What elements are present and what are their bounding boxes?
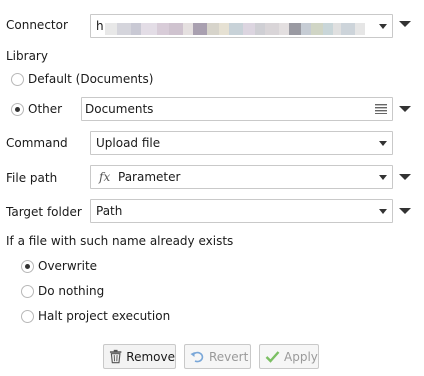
remove-label: Remove bbox=[126, 349, 175, 364]
command-select[interactable]: Upload file bbox=[90, 131, 393, 155]
connector-label: Connector bbox=[6, 18, 68, 32]
apply-button[interactable]: Apply bbox=[259, 344, 319, 369]
chevron-down-icon[interactable] bbox=[379, 209, 387, 214]
expand-menu-icon[interactable] bbox=[399, 21, 411, 27]
target-folder-value: Path bbox=[96, 204, 123, 218]
library-other-radio[interactable] bbox=[11, 103, 24, 116]
do-nothing-label[interactable]: Do nothing bbox=[38, 284, 104, 298]
overwrite-label[interactable]: Overwrite bbox=[38, 259, 97, 273]
command-label: Command bbox=[6, 136, 68, 150]
overwrite-radio[interactable] bbox=[21, 260, 34, 273]
expand-menu-icon[interactable] bbox=[399, 174, 411, 180]
expand-menu-icon[interactable] bbox=[399, 208, 411, 214]
library-label: Library bbox=[6, 49, 48, 63]
library-default-radio[interactable] bbox=[11, 73, 24, 86]
file-path-select[interactable]: fx Parameter bbox=[90, 165, 393, 189]
connector-value: h bbox=[96, 19, 104, 33]
halt-execution-radio[interactable] bbox=[21, 310, 34, 323]
library-other-label[interactable]: Other bbox=[28, 102, 62, 116]
command-value: Upload file bbox=[96, 136, 161, 150]
file-path-value: Parameter bbox=[118, 170, 181, 184]
apply-label: Apply bbox=[284, 349, 318, 364]
undo-icon bbox=[190, 351, 204, 363]
connector-select[interactable]: h bbox=[90, 14, 393, 38]
revert-button[interactable]: Revert bbox=[184, 344, 251, 369]
remove-button[interactable]: Remove bbox=[103, 344, 176, 369]
list-icon[interactable] bbox=[375, 104, 387, 114]
chevron-down-icon[interactable] bbox=[379, 141, 387, 146]
check-icon bbox=[265, 351, 280, 363]
library-other-field[interactable]: Documents bbox=[81, 97, 393, 121]
chevron-down-icon[interactable] bbox=[379, 24, 387, 29]
library-other-value: Documents bbox=[85, 102, 154, 116]
revert-label: Revert bbox=[209, 349, 249, 364]
halt-execution-label[interactable]: Halt project execution bbox=[38, 309, 170, 323]
do-nothing-radio[interactable] bbox=[21, 285, 34, 298]
trash-icon bbox=[109, 349, 122, 364]
library-default-label[interactable]: Default (Documents) bbox=[28, 72, 153, 86]
target-folder-label: Target folder bbox=[6, 205, 82, 219]
chevron-down-icon[interactable] bbox=[379, 175, 387, 180]
file-path-label: File path bbox=[6, 171, 58, 185]
connector-value-redacted bbox=[105, 23, 365, 35]
expand-menu-icon[interactable] bbox=[399, 106, 411, 112]
target-folder-select[interactable]: Path bbox=[90, 199, 393, 223]
if-exists-label: If a file with such name already exists bbox=[6, 234, 234, 248]
fx-icon: fx bbox=[99, 170, 111, 184]
